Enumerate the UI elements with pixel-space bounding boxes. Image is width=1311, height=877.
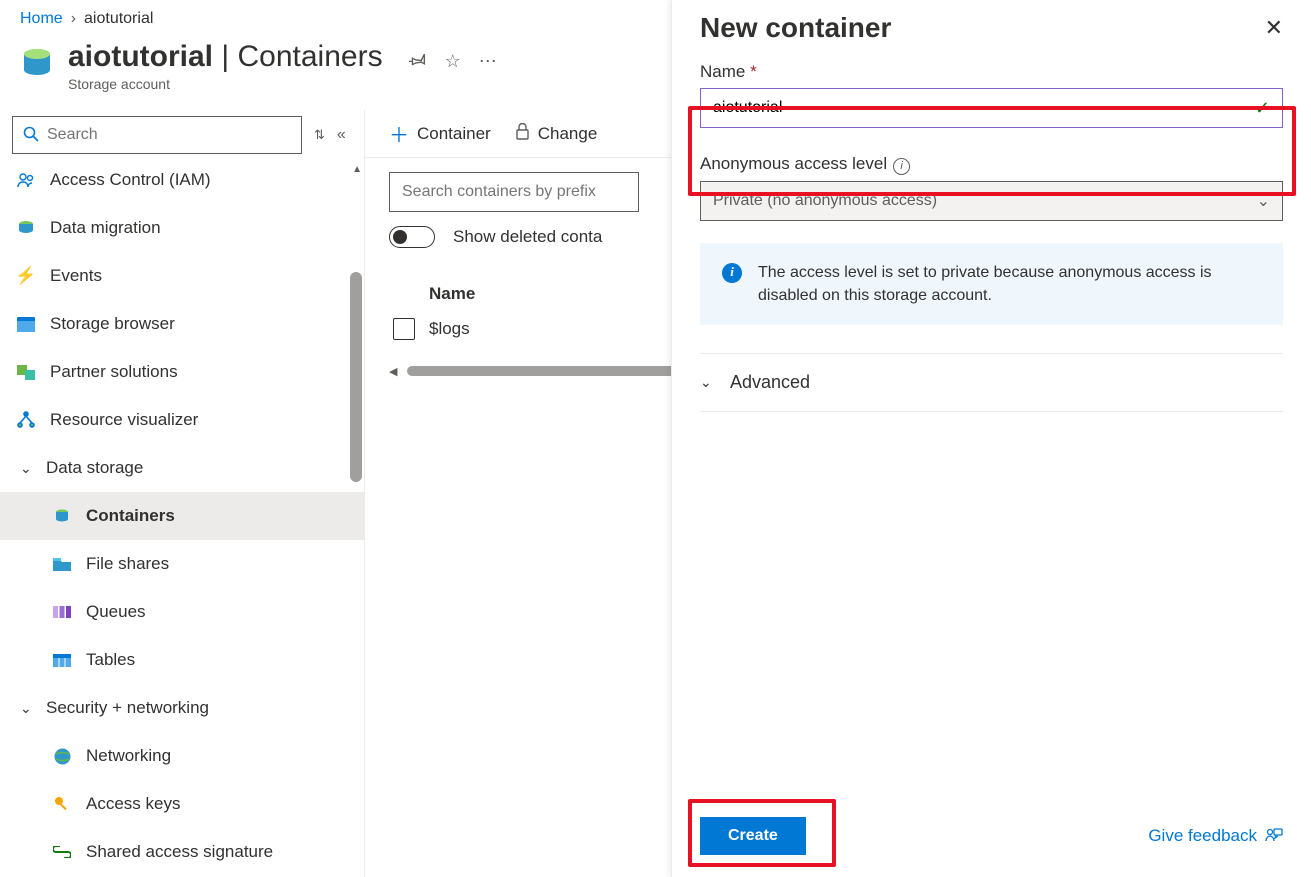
change-access-button[interactable]: Change — [515, 123, 598, 145]
nav-label: Access Control (IAM) — [50, 170, 211, 190]
name-input-wrapper[interactable]: ✓ — [700, 88, 1283, 128]
globe-icon — [52, 746, 72, 766]
link-icon — [52, 842, 72, 862]
folder-icon — [52, 554, 72, 574]
give-feedback-link[interactable]: Give feedback — [1148, 826, 1283, 846]
info-icon[interactable]: i — [893, 158, 910, 175]
sidebar-item-access-keys[interactable]: Access keys — [0, 780, 364, 828]
scroll-left-icon[interactable]: ◀ — [389, 365, 397, 378]
sidebar-item-containers[interactable]: Containers — [0, 492, 364, 540]
page-title: aiotutorial | Containers — [68, 40, 383, 74]
sidebar-item-file-shares[interactable]: File shares — [0, 540, 364, 588]
lightning-icon: ⚡ — [16, 266, 36, 286]
toolbar-label: Change — [538, 124, 598, 144]
advanced-label: Advanced — [730, 372, 810, 393]
search-icon — [23, 126, 39, 145]
panel-title: New container — [700, 12, 891, 44]
sidebar-scrollbar[interactable]: ▲ — [348, 164, 364, 871]
section-security[interactable]: ⌄ Security + networking — [0, 684, 364, 732]
toolbar-label: Container — [417, 124, 491, 144]
toggle-label: Show deleted conta — [453, 227, 602, 247]
sidebar-item-visualizer[interactable]: Resource visualizer — [0, 396, 364, 444]
close-icon[interactable]: ✕ — [1265, 15, 1283, 41]
sidebar-item-partner[interactable]: Partner solutions — [0, 348, 364, 396]
banner-text: The access level is set to private becau… — [758, 261, 1261, 307]
nav-label: Events — [50, 266, 102, 286]
browser-icon — [16, 314, 36, 334]
row-checkbox[interactable] — [393, 318, 415, 340]
feedback-icon — [1265, 828, 1283, 844]
container-name: $logs — [429, 319, 470, 339]
name-input[interactable] — [713, 99, 1255, 117]
migration-icon — [16, 218, 36, 238]
people-icon — [16, 170, 36, 190]
new-container-panel: New container ✕ Name * ✓ Anonymous acces… — [671, 0, 1311, 877]
collapse-sidebar-icon[interactable]: « — [337, 126, 346, 144]
nav-label: Containers — [86, 506, 175, 526]
container-icon — [52, 506, 72, 526]
scrollbar-thumb[interactable] — [350, 272, 362, 482]
key-icon — [52, 794, 72, 814]
section-data-storage[interactable]: ⌄ Data storage — [0, 444, 364, 492]
nav-label: Tables — [86, 650, 135, 670]
info-icon: i — [722, 263, 742, 283]
sidebar: ⇅ « Access Control (IAM) Data migration … — [0, 110, 365, 877]
sidebar-item-sas[interactable]: Shared access signature — [0, 828, 364, 871]
nav-label: Storage browser — [50, 314, 175, 334]
more-icon[interactable]: ⋯ — [479, 51, 497, 72]
sidebar-item-tables[interactable]: Tables — [0, 636, 364, 684]
visualizer-icon — [16, 410, 36, 430]
page-subtitle: Storage account — [68, 76, 383, 92]
sidebar-search[interactable] — [12, 116, 302, 154]
chevron-down-icon: ⌄ — [20, 700, 34, 717]
section-label: Security + networking — [46, 698, 209, 718]
nav-label: Data migration — [50, 218, 161, 238]
sidebar-item-networking[interactable]: Networking — [0, 732, 364, 780]
sidebar-item-iam[interactable]: Access Control (IAM) — [0, 164, 364, 204]
sidebar-item-queues[interactable]: Queues — [0, 588, 364, 636]
expand-all-icon[interactable]: ⇅ — [314, 127, 325, 143]
nav-label: Networking — [86, 746, 171, 766]
scroll-up-icon[interactable]: ▲ — [352, 164, 362, 175]
sidebar-search-input[interactable] — [47, 126, 291, 144]
access-level-label: Anonymous access leveli — [700, 154, 1283, 175]
lock-icon — [515, 123, 530, 145]
name-label: Name * — [700, 62, 1283, 82]
chevron-down-icon: ⌄ — [20, 460, 34, 477]
nav-label: Queues — [86, 602, 146, 622]
nav-label: Access keys — [86, 794, 180, 814]
container-search-input[interactable] — [389, 172, 639, 212]
nav-label: File shares — [86, 554, 169, 574]
nav-label: Resource visualizer — [50, 410, 198, 430]
storage-account-icon — [20, 46, 54, 80]
check-icon: ✓ — [1255, 98, 1270, 119]
create-button[interactable]: Create — [700, 817, 806, 855]
advanced-section[interactable]: ⌄ Advanced — [700, 354, 1283, 412]
section-label: Data storage — [46, 458, 143, 478]
table-icon — [52, 650, 72, 670]
breadcrumb-home[interactable]: Home — [20, 10, 63, 28]
nav-label: Shared access signature — [86, 842, 273, 862]
new-container-button[interactable]: ＋ Container — [389, 119, 491, 148]
partner-icon — [16, 362, 36, 382]
chevron-down-icon: ⌄ — [1257, 191, 1270, 211]
chevron-right-icon: › — [71, 10, 76, 28]
access-level-select[interactable]: Private (no anonymous access) ⌄ — [700, 181, 1283, 221]
info-banner: i The access level is set to private bec… — [700, 243, 1283, 325]
select-value: Private (no anonymous access) — [713, 192, 937, 210]
chevron-down-icon: ⌄ — [700, 374, 714, 391]
pin-icon[interactable] — [409, 50, 427, 73]
nav-label: Partner solutions — [50, 362, 178, 382]
breadcrumb-current: aiotutorial — [84, 10, 153, 28]
star-icon[interactable]: ☆ — [445, 51, 461, 72]
sidebar-item-migration[interactable]: Data migration — [0, 204, 364, 252]
sidebar-item-storage-browser[interactable]: Storage browser — [0, 300, 364, 348]
queue-icon — [52, 602, 72, 622]
show-deleted-toggle[interactable] — [389, 226, 435, 248]
sidebar-item-events[interactable]: ⚡ Events — [0, 252, 364, 300]
plus-icon: ＋ — [389, 119, 409, 148]
